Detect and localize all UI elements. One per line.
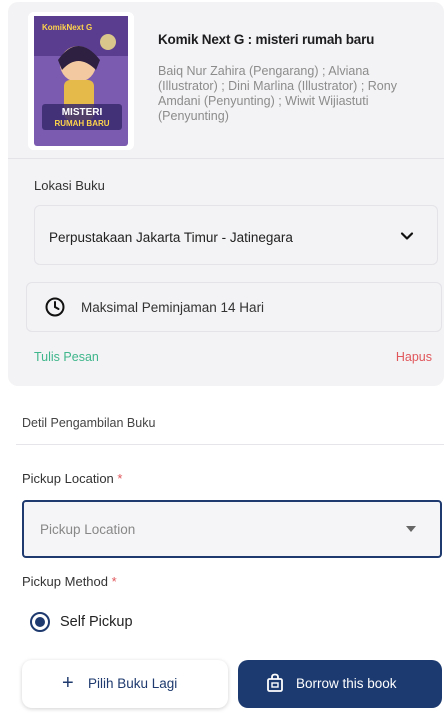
- pickup-location-placeholder: Pickup Location: [40, 522, 136, 537]
- self-pickup-radio[interactable]: [30, 612, 50, 632]
- pickup-location-select[interactable]: Pickup Location: [22, 500, 442, 558]
- choose-more-books-button[interactable]: + Pilih Buku Lagi: [22, 660, 228, 708]
- book-cover-image: MISTERI RUMAH BARU KomikNext G: [28, 12, 134, 150]
- lokasi-label: Lokasi Buku: [34, 178, 105, 193]
- clock-icon: [45, 297, 65, 317]
- divider: [16, 444, 444, 445]
- pickup-location-label-text: Pickup Location: [22, 471, 114, 486]
- delete-link[interactable]: Hapus: [396, 350, 432, 364]
- lokasi-selected-value: Perpustakaan Jakarta Timur - Jatinegara: [49, 230, 293, 245]
- required-mark: *: [117, 471, 123, 486]
- cover-title-line1: MISTERI: [62, 107, 103, 118]
- shopping-bag-icon: [267, 673, 283, 692]
- pickup-method-label: Pickup Method *: [22, 574, 117, 589]
- caret-down-icon: [406, 526, 416, 532]
- cover-brand: KomikNext G: [42, 23, 92, 32]
- book-authors: Baiq Nur Zahira (Pengarang) ; Alviana (I…: [158, 64, 397, 123]
- plus-icon: +: [62, 672, 74, 694]
- self-pickup-label[interactable]: Self Pickup: [60, 614, 133, 630]
- borrow-book-label: Borrow this book: [296, 676, 397, 691]
- book-card: MISTERI RUMAH BARU KomikNext G Komik Nex…: [8, 2, 444, 386]
- pickup-method-label-text: Pickup Method: [22, 574, 108, 589]
- lokasi-dropdown[interactable]: Perpustakaan Jakarta Timur - Jatinegara: [34, 205, 438, 265]
- required-mark: *: [111, 574, 117, 589]
- book-row: MISTERI RUMAH BARU KomikNext G Komik Nex…: [8, 2, 444, 154]
- choose-more-books-label: Pilih Buku Lagi: [88, 676, 178, 691]
- borrow-book-button[interactable]: Borrow this book: [238, 660, 442, 708]
- write-message-link[interactable]: Tulis Pesan: [34, 350, 99, 364]
- pickup-location-label: Pickup Location *: [22, 471, 122, 486]
- max-loan-text: Maksimal Peminjaman 14 Hari: [81, 300, 265, 315]
- pickup-section-title: Detil Pengambilan Buku: [22, 416, 156, 430]
- chevron-down-icon: [400, 232, 414, 240]
- cover-title-line2: RUMAH BARU: [54, 119, 109, 128]
- divider: [8, 158, 444, 159]
- book-title: Komik Next G : misteri rumah baru: [158, 32, 375, 47]
- max-loan-row: Maksimal Peminjaman 14 Hari: [26, 282, 442, 332]
